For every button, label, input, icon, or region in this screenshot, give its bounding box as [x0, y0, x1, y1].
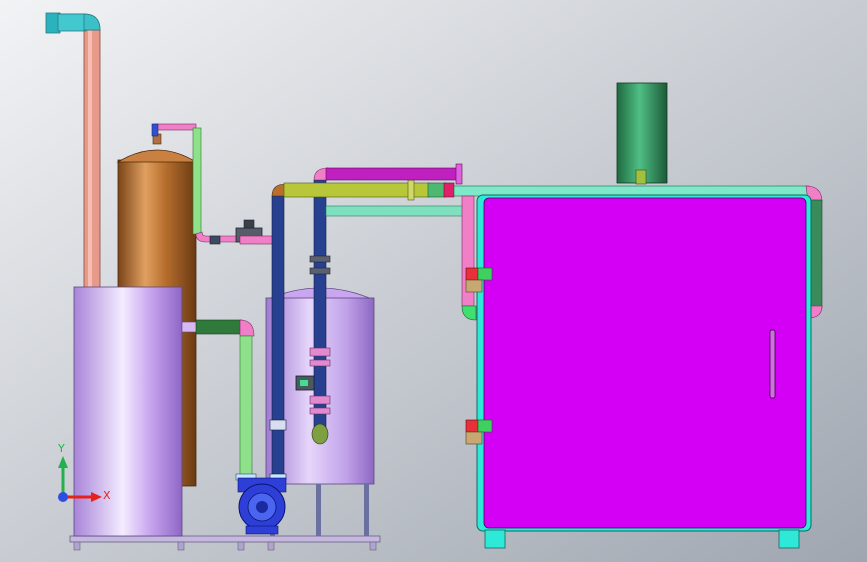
cad-viewport[interactable]: X Y [0, 0, 867, 562]
actuator-icon[interactable] [295, 375, 315, 391]
axis-x-label: X [103, 489, 111, 502]
axis-y-label: Y [57, 442, 65, 455]
equipment-assembly-drawing: X Y [0, 0, 867, 562]
heating-cabinet [476, 194, 812, 549]
chimney-stack [616, 82, 668, 185]
